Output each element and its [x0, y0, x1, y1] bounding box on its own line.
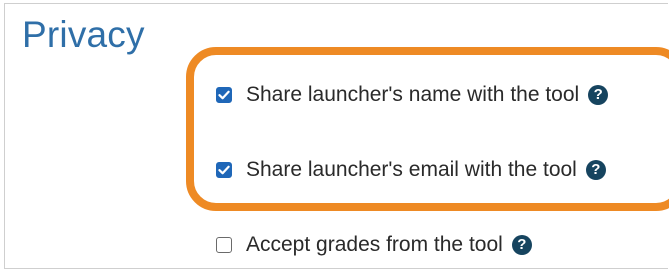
accept-grades-checkbox[interactable]: [216, 237, 232, 253]
share-name-option[interactable]: Share launcher's name with the tool ?: [216, 80, 609, 110]
section-title: Privacy: [22, 14, 145, 55]
question-circle-icon[interactable]: ?: [585, 160, 606, 180]
share-email-checkbox[interactable]: [216, 162, 232, 178]
checkmark-icon: [218, 165, 230, 175]
share-email-label[interactable]: Share launcher's email with the tool: [246, 158, 577, 182]
share-email-option[interactable]: Share launcher's email with the tool ?: [216, 155, 606, 185]
question-circle-icon[interactable]: ?: [511, 235, 532, 255]
accept-grades-label[interactable]: Accept grades from the tool: [246, 233, 503, 257]
share-name-checkbox[interactable]: [216, 87, 232, 103]
accept-grades-option[interactable]: Accept grades from the tool ?: [216, 230, 532, 260]
checkmark-icon: [218, 90, 230, 100]
share-name-label[interactable]: Share launcher's name with the tool: [246, 83, 579, 107]
question-circle-icon[interactable]: ?: [588, 85, 609, 105]
